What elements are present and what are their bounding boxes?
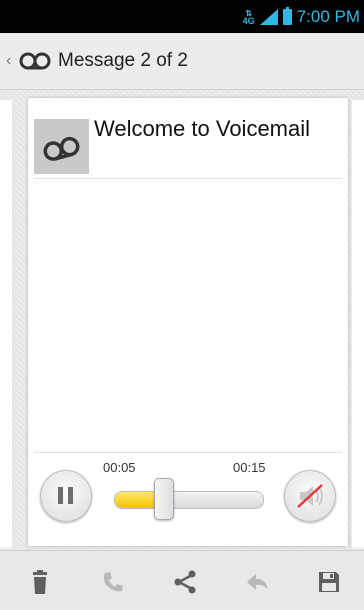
action-bar: ‹ Message 2 of 2 <box>0 33 364 90</box>
slider-thumb[interactable] <box>153 478 174 520</box>
pause-button[interactable] <box>40 470 92 522</box>
message-title: Welcome to Voicemail <box>94 116 311 141</box>
speaker-muted-icon <box>297 484 323 508</box>
player-divider <box>34 452 342 453</box>
chevron-left-icon[interactable]: ‹ <box>6 52 16 70</box>
elapsed-time: 00:05 <box>103 460 136 475</box>
next-message-card[interactable] <box>352 100 364 548</box>
save-icon[interactable] <box>316 569 342 595</box>
trash-icon[interactable] <box>27 569 53 595</box>
clock: 7:00 PM <box>296 7 360 26</box>
previous-message-card[interactable] <box>0 100 12 548</box>
status-indicators: ⇅ 4G 7:00 PM <box>243 6 360 28</box>
total-duration: 00:15 <box>233 460 266 475</box>
network-type: ⇅ 4G <box>242 8 255 26</box>
contact-photo <box>34 119 89 174</box>
message-card: Welcome to Voicemail 00:05 00:15 <box>28 98 348 546</box>
bottom-action-bar <box>0 550 364 610</box>
phone-icon[interactable] <box>100 569 126 595</box>
share-icon[interactable] <box>172 569 198 595</box>
signal-icon <box>259 9 278 25</box>
page-title: Message 2 of 2 <box>58 50 188 71</box>
voicemail-icon <box>43 136 80 161</box>
voicemail-icon[interactable] <box>18 48 52 74</box>
speaker-button[interactable] <box>284 470 336 522</box>
reply-icon[interactable] <box>244 569 270 595</box>
battery-icon <box>282 7 292 25</box>
header-divider <box>34 178 342 179</box>
playback-slider[interactable] <box>114 491 264 509</box>
status-bar: ⇅ 4G 7:00 PM <box>0 0 364 33</box>
